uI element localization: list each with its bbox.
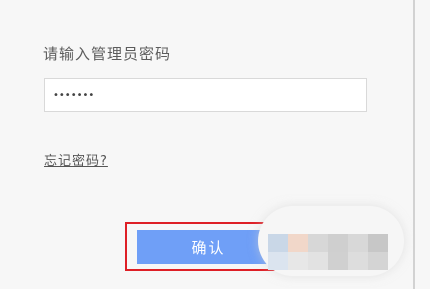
mosaic-watermark — [258, 206, 404, 276]
mosaic-tile — [348, 252, 368, 270]
mosaic-tile — [268, 252, 288, 270]
mosaic-tile — [368, 252, 388, 270]
password-prompt-title: 请输入管理员密码 — [43, 45, 172, 63]
password-input[interactable] — [44, 78, 367, 112]
forgot-password-link[interactable]: 忘记密码? — [44, 150, 108, 169]
mosaic-tile — [368, 234, 388, 252]
mosaic-tile — [308, 234, 328, 252]
panel-right-border — [413, 0, 415, 289]
mosaic-tile — [288, 252, 308, 270]
mosaic-tile — [308, 252, 328, 270]
mosaic-tile — [348, 234, 368, 252]
login-panel: 请输入管理员密码 忘记密码? 确认 — [0, 0, 413, 289]
mosaic-tile — [328, 234, 348, 252]
mosaic-tile — [328, 252, 348, 270]
mosaic-tile — [288, 234, 308, 252]
mosaic-tile — [268, 234, 288, 252]
